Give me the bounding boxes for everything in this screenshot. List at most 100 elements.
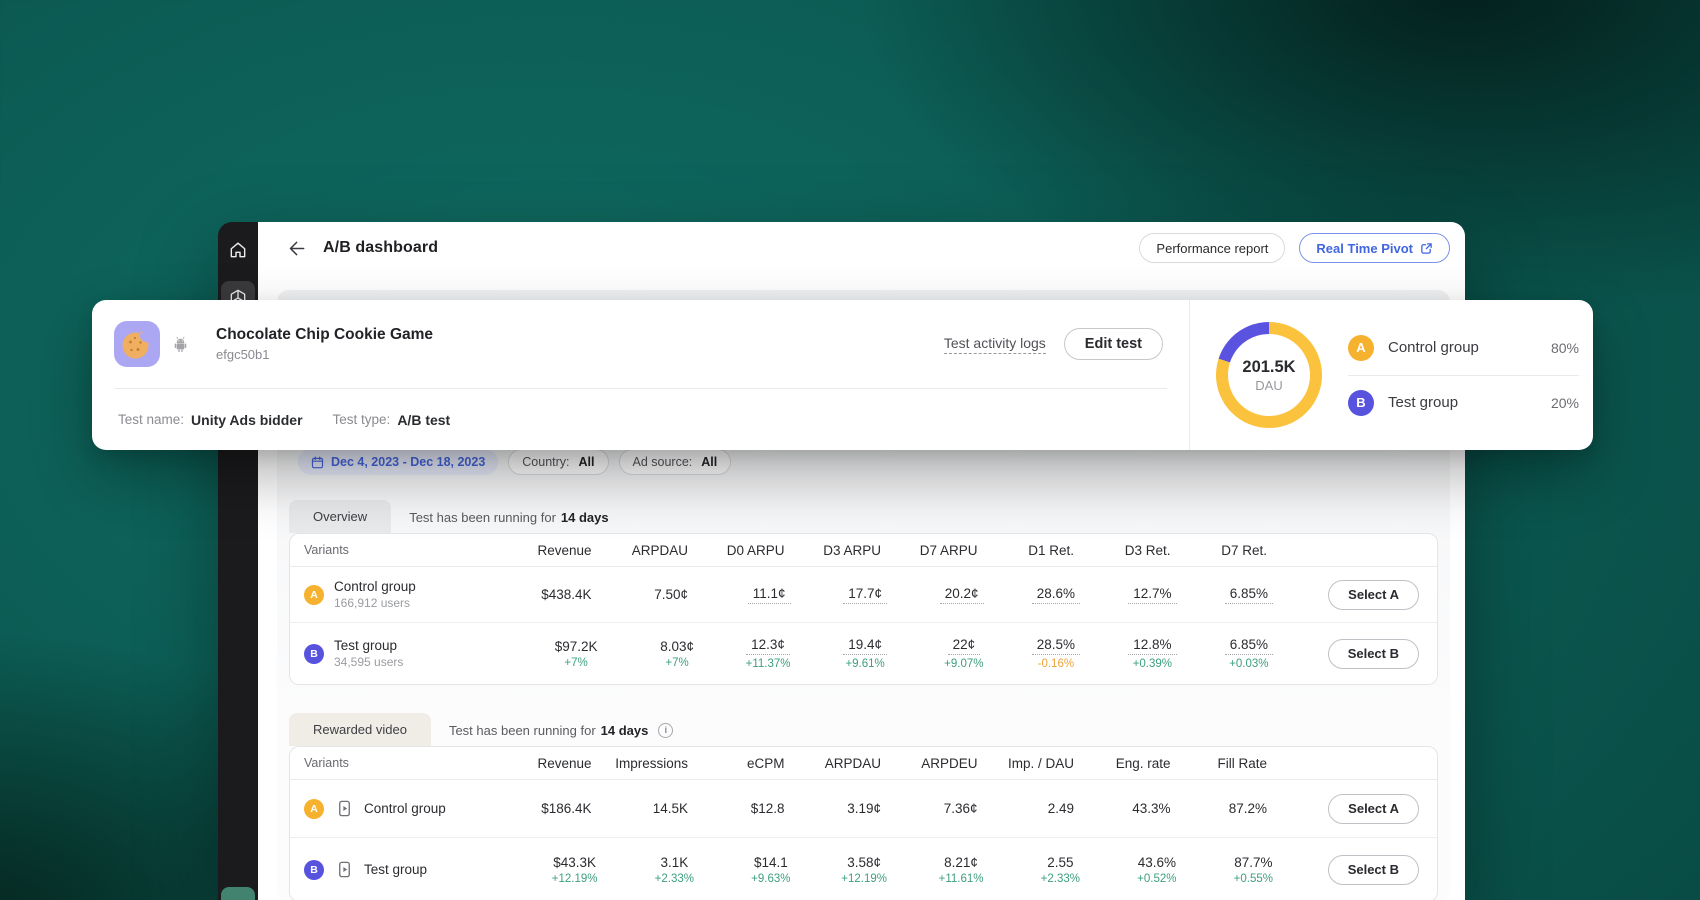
table-cell: 22¢+9.07% <box>895 637 992 670</box>
table-cell: 3.58¢+12.19% <box>799 855 896 885</box>
variant-b-badge: B <box>304 860 324 880</box>
rewarded-running-status: Test has been running for 14 days i <box>449 723 673 738</box>
variant-name: Test group <box>334 638 403 653</box>
overview-running-status: Test has been running for 14 days <box>409 510 608 525</box>
date-range-filter[interactable]: Dec 4, 2023 - Dec 18, 2023 <box>298 449 498 475</box>
select-b-button[interactable]: Select B <box>1328 855 1419 885</box>
table-cell: 3.1K+2.33% <box>606 855 703 885</box>
running-text: Test has been running for <box>409 510 556 525</box>
variant-a-badge: A <box>304 585 324 605</box>
column-header-d3-arpu: D3 ARPU <box>799 543 896 558</box>
column-header-impressions: Impressions <box>606 756 703 771</box>
tooltip-value[interactable]: 12.8% <box>1128 637 1176 655</box>
game-app-icon <box>114 321 160 367</box>
column-header-ecpm: eCPM <box>702 756 799 771</box>
running-text: Test has been running for <box>449 723 596 738</box>
column-header-arpdau: ARPDAU <box>606 543 703 558</box>
real-time-pivot-button[interactable]: Real Time Pivot <box>1299 233 1450 263</box>
variant-name: Control group <box>364 801 446 816</box>
table-cell: $14.1+9.63% <box>702 855 799 885</box>
delta-value: +12.19% <box>552 873 598 885</box>
delta-value: +7% <box>665 657 688 669</box>
column-header-arpdau: ARPDAU <box>799 756 896 771</box>
test-type-value: A/B test <box>397 412 450 428</box>
delta-value: +0.55% <box>1234 873 1273 885</box>
column-header-revenue: Revenue <box>509 543 606 558</box>
table-cell: $12.8 <box>702 801 799 816</box>
tab-overview-label: Overview <box>313 509 367 524</box>
column-header-fill-rate: Fill Rate <box>1185 756 1282 771</box>
table-cell: $43.3K+12.19% <box>509 855 606 885</box>
variant-cell: B Test group <box>304 860 509 880</box>
tooltip-value[interactable]: 17.7¢ <box>843 586 887 604</box>
tab-rewarded-video[interactable]: Rewarded video <box>289 713 431 746</box>
overview-table-header: Variants Revenue ARPDAU D0 ARPU D3 ARPU … <box>290 534 1437 567</box>
table-cell: 12.8%+0.39% <box>1088 637 1185 670</box>
variant-cell: A Control group <box>304 799 509 819</box>
table-cell: 20.2¢ <box>895 586 992 604</box>
tooltip-value[interactable]: 28.6% <box>1032 586 1080 604</box>
sidebar-bottom-app-icon[interactable] <box>221 887 255 900</box>
home-icon[interactable] <box>227 239 249 261</box>
table-cell: 6.85% <box>1185 586 1282 604</box>
running-days: 14 days <box>561 510 609 525</box>
performance-report-button[interactable]: Performance report <box>1139 233 1285 263</box>
variant-name: Test group <box>364 862 427 877</box>
legend-percentage: 20% <box>1551 395 1579 411</box>
select-a-button[interactable]: Select A <box>1328 580 1419 610</box>
edit-test-button[interactable]: Edit test <box>1064 328 1163 360</box>
tooltip-value[interactable]: 28.5% <box>1032 637 1080 655</box>
table-cell: 2.49 <box>992 801 1089 816</box>
dau-label: DAU <box>1255 378 1282 393</box>
variant-cell: B Test group 34,595 users <box>304 638 509 669</box>
page-title: A/B dashboard <box>323 239 438 257</box>
delta-value: +0.03% <box>1229 658 1268 670</box>
page-header: A/B dashboard Performance report Real Ti… <box>258 222 1465 274</box>
test-type-label: Test type: <box>333 412 391 427</box>
real-time-pivot-label: Real Time Pivot <box>1316 241 1413 256</box>
tooltip-value[interactable]: 12.7% <box>1128 586 1176 604</box>
tooltip-value[interactable]: 22¢ <box>948 637 981 655</box>
select-a-button[interactable]: Select A <box>1328 794 1419 824</box>
table-cell: 8.03¢+7% <box>606 639 703 669</box>
tooltip-value[interactable]: 20.2¢ <box>940 586 984 604</box>
ad-source-filter[interactable]: Ad source: All <box>619 449 732 475</box>
rewarded-table: Variants Revenue Impressions eCPM ARPDAU… <box>289 746 1438 900</box>
test-summary-card: Chocolate Chip Cookie Game efgc50b1 Test… <box>92 300 1593 450</box>
variant-users: 34,595 users <box>334 655 403 669</box>
tab-overview[interactable]: Overview <box>289 500 391 533</box>
table-cell: 87.2% <box>1185 801 1282 816</box>
table-cell: $438.4K <box>509 587 606 602</box>
table-cell: 7.50¢ <box>606 587 703 602</box>
column-header-d3-ret: D3 Ret. <box>1088 543 1185 558</box>
column-header-imp-dau: Imp. / DAU <box>992 756 1089 771</box>
back-button[interactable] <box>285 236 309 260</box>
tooltip-value[interactable]: 11.1¢ <box>748 586 791 604</box>
test-activity-logs-link[interactable]: Test activity logs <box>944 335 1046 354</box>
info-icon[interactable]: i <box>658 723 673 738</box>
tooltip-value[interactable]: 19.4¢ <box>843 637 887 655</box>
country-filter[interactable]: Country: All <box>508 449 608 475</box>
variant-a-badge: A <box>304 799 324 819</box>
country-filter-value: All <box>579 455 595 469</box>
delta-value: +11.61% <box>939 873 984 885</box>
tooltip-value[interactable]: 12.3¢ <box>746 637 790 655</box>
dau-value: 201.5K <box>1242 358 1295 377</box>
tooltip-value[interactable]: 6.85% <box>1225 637 1273 655</box>
legend-percentage: 80% <box>1551 340 1579 356</box>
table-cell: 11.1¢ <box>702 586 799 604</box>
column-header-d7-arpu: D7 ARPU <box>895 543 992 558</box>
select-b-button[interactable]: Select B <box>1328 639 1419 669</box>
dau-donut-chart: 201.5K DAU <box>1216 322 1322 428</box>
table-cell: 2.55+2.33% <box>992 855 1089 885</box>
column-header-d7-ret: D7 Ret. <box>1185 543 1282 558</box>
table-cell: 43.3% <box>1088 801 1185 816</box>
tab-rewarded-video-label: Rewarded video <box>313 722 407 737</box>
variant-b-badge: B <box>304 644 324 664</box>
rewarded-table-header: Variants Revenue Impressions eCPM ARPDAU… <box>290 747 1437 780</box>
overview-test-row: B Test group 34,595 users $97.2K+7% 8.03… <box>290 622 1437 684</box>
table-cell: 28.6% <box>992 586 1089 604</box>
delta-value: +2.33% <box>1041 873 1080 885</box>
tooltip-value[interactable]: 6.85% <box>1225 586 1273 604</box>
rewarded-tab-row: Rewarded video Test has been running for… <box>289 713 1438 746</box>
